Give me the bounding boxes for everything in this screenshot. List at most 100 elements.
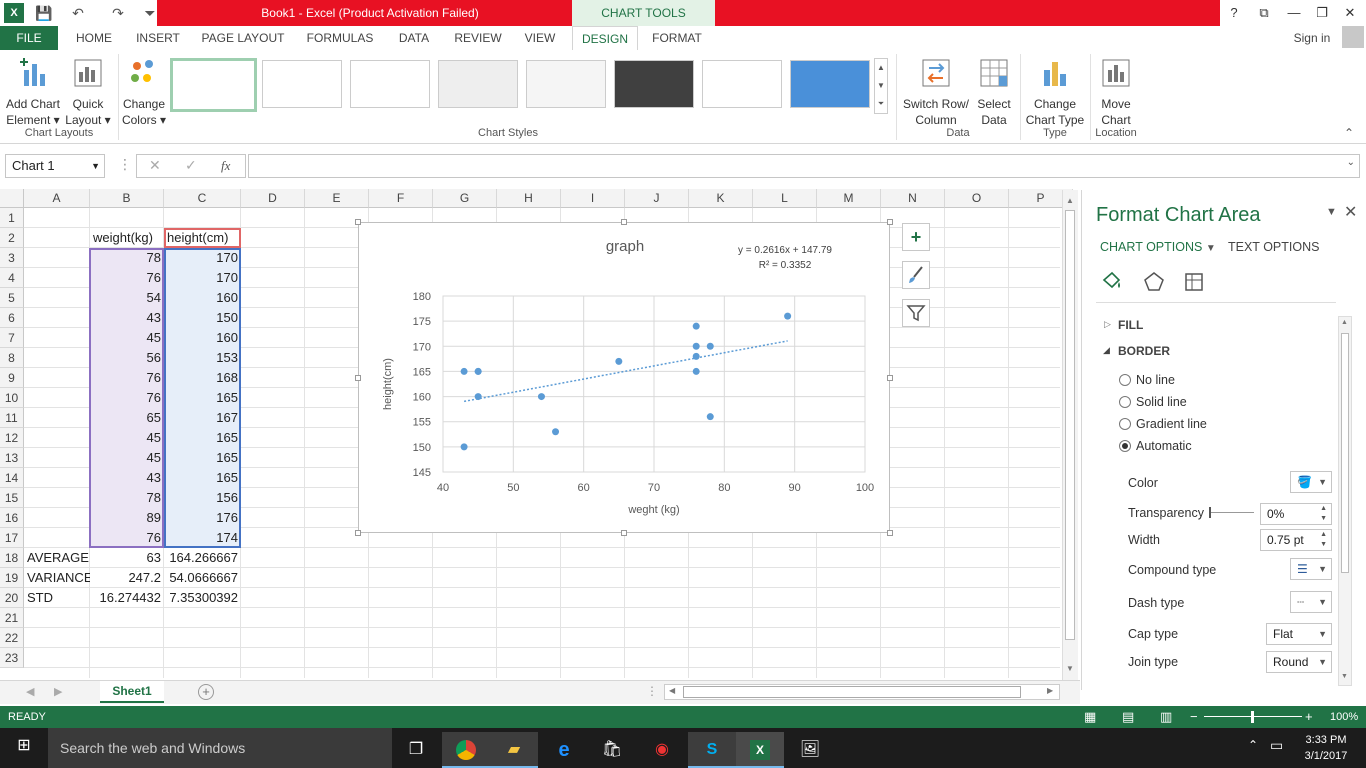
- effects-icon[interactable]: [1142, 270, 1166, 294]
- row-header[interactable]: 18: [0, 548, 24, 568]
- column-header[interactable]: L: [753, 189, 817, 208]
- cancel-icon[interactable]: ✕: [149, 157, 161, 174]
- cell-weight[interactable]: 78: [90, 248, 164, 268]
- pane-scrollbar[interactable]: ▲ ▼: [1338, 316, 1352, 686]
- splitter-icon[interactable]: ⋮: [646, 684, 658, 698]
- add-chart-element-button[interactable]: Add Chart Element ▾: [2, 56, 64, 128]
- resize-handle[interactable]: [355, 530, 361, 536]
- h-scroll-thumb[interactable]: [683, 686, 1021, 698]
- column-header[interactable]: B: [90, 189, 164, 208]
- cell-height[interactable]: 176: [164, 508, 241, 528]
- dash-type-dropdown[interactable]: ┄ ▼: [1290, 591, 1332, 613]
- column-header[interactable]: I: [561, 189, 625, 208]
- close-pane-icon[interactable]: ✕: [1344, 202, 1357, 222]
- cap-type-dropdown[interactable]: Flat ▼: [1266, 623, 1332, 645]
- transparency-slider-thumb[interactable]: [1209, 507, 1211, 518]
- scroll-down-icon[interactable]: ▼: [1341, 673, 1348, 680]
- fill-section[interactable]: FILL: [1118, 318, 1143, 332]
- page-break-view-icon[interactable]: ▥: [1160, 706, 1172, 728]
- app-icon[interactable]: ◉: [638, 732, 686, 768]
- chrome-icon[interactable]: [442, 732, 490, 768]
- automatic-radio[interactable]: [1119, 440, 1131, 452]
- redo-icon[interactable]: ↷: [108, 3, 128, 23]
- column-header[interactable]: G: [433, 189, 497, 208]
- cell-height[interactable]: 156: [164, 488, 241, 508]
- scroll-down-icon[interactable]: ▼: [1066, 664, 1074, 673]
- chart-style-1[interactable]: [170, 58, 257, 112]
- cell-height[interactable]: 170: [164, 268, 241, 288]
- spinner-icon[interactable]: ▲ ▼: [1320, 504, 1327, 524]
- tab-formulas[interactable]: FORMULAS: [302, 26, 378, 50]
- cell-stat-label[interactable]: STD: [24, 588, 90, 608]
- resize-handle[interactable]: [621, 219, 627, 225]
- row-header[interactable]: 1: [0, 208, 24, 228]
- fill-line-icon[interactable]: [1100, 270, 1124, 294]
- cell-weight[interactable]: 76: [90, 388, 164, 408]
- column-header[interactable]: O: [945, 189, 1009, 208]
- row-header[interactable]: 16: [0, 508, 24, 528]
- row-header[interactable]: 17: [0, 528, 24, 548]
- row-header[interactable]: 12: [0, 428, 24, 448]
- search-box[interactable]: Search the web and Windows: [48, 728, 392, 768]
- row-header[interactable]: 20: [0, 588, 24, 608]
- column-header[interactable]: F: [369, 189, 433, 208]
- cell-weight[interactable]: 76: [90, 368, 164, 388]
- minimize-icon[interactable]: —: [1280, 0, 1308, 26]
- border-section[interactable]: BORDER: [1118, 344, 1170, 358]
- row-header[interactable]: 14: [0, 468, 24, 488]
- change-chart-type-button[interactable]: Change Chart Type: [1022, 56, 1088, 128]
- width-input[interactable]: 0.75 pt ▲ ▼: [1260, 529, 1332, 551]
- cell-stat-height[interactable]: 7.35300392: [164, 588, 241, 608]
- row-header[interactable]: 22: [0, 628, 24, 648]
- name-box[interactable]: Chart 1 ▼: [5, 154, 105, 178]
- change-colors-button[interactable]: Change Colors ▾: [120, 56, 168, 128]
- transparency-slider[interactable]: [1210, 512, 1254, 513]
- tab-page-layout[interactable]: PAGE LAYOUT: [198, 26, 288, 50]
- horizontal-scrollbar[interactable]: ◀ ▶: [664, 684, 1060, 700]
- switch-row-column-button[interactable]: Switch Row/ Column: [900, 56, 972, 128]
- expand-formula-icon[interactable]: ⌄: [1347, 157, 1355, 168]
- move-chart-button[interactable]: Move Chart: [1092, 56, 1140, 128]
- tab-view[interactable]: VIEW: [518, 26, 562, 50]
- chart-style-6[interactable]: [614, 60, 694, 108]
- cell-stat-weight[interactable]: 247.2: [90, 568, 164, 588]
- cell-height[interactable]: 160: [164, 328, 241, 348]
- zoom-in-icon[interactable]: +: [1305, 706, 1313, 728]
- row-header[interactable]: 4: [0, 268, 24, 288]
- row-header[interactable]: 13: [0, 448, 24, 468]
- undo-icon[interactable]: ↶: [68, 3, 88, 23]
- tab-data[interactable]: DATA: [392, 26, 436, 50]
- row-header[interactable]: 5: [0, 288, 24, 308]
- compound-type-dropdown[interactable]: ☰ ▼: [1290, 558, 1332, 580]
- windows-start-icon[interactable]: ⊞: [0, 728, 48, 768]
- row-header[interactable]: 21: [0, 608, 24, 628]
- size-properties-icon[interactable]: [1182, 270, 1206, 294]
- column-header[interactable]: K: [689, 189, 753, 208]
- zoom-level[interactable]: 100%: [1330, 706, 1358, 728]
- collapse-ribbon-icon[interactable]: ⌃: [1344, 126, 1354, 140]
- no-line-radio[interactable]: [1119, 374, 1131, 386]
- column-header[interactable]: C: [164, 189, 241, 208]
- sheet-tab[interactable]: Sheet1: [100, 681, 164, 703]
- zoom-slider-thumb[interactable]: [1251, 711, 1254, 723]
- cell-weight[interactable]: 54: [90, 288, 164, 308]
- sign-in-link[interactable]: Sign in: [1290, 26, 1334, 50]
- cell-stat-label[interactable]: VARIANCE: [24, 568, 90, 588]
- row-header[interactable]: 19: [0, 568, 24, 588]
- cell-weight[interactable]: 45: [90, 328, 164, 348]
- cell-weight[interactable]: 76: [90, 528, 164, 548]
- page-layout-view-icon[interactable]: ▤: [1122, 706, 1134, 728]
- solid-line-radio[interactable]: [1119, 396, 1131, 408]
- cell-height[interactable]: 167: [164, 408, 241, 428]
- resize-handle[interactable]: [355, 375, 361, 381]
- photos-icon[interactable]: 🖼: [786, 732, 834, 768]
- restore-icon[interactable]: ❐: [1308, 0, 1336, 26]
- skype-icon[interactable]: S: [688, 732, 736, 768]
- row-header[interactable]: 10: [0, 388, 24, 408]
- cell-height[interactable]: 165: [164, 448, 241, 468]
- transparency-input[interactable]: 0% ▲ ▼: [1260, 503, 1332, 525]
- styles-scroll[interactable]: ▲ ▼ ⏷: [874, 58, 888, 114]
- resize-handle[interactable]: [887, 530, 893, 536]
- resize-handle[interactable]: [621, 530, 627, 536]
- resize-handle[interactable]: [887, 219, 893, 225]
